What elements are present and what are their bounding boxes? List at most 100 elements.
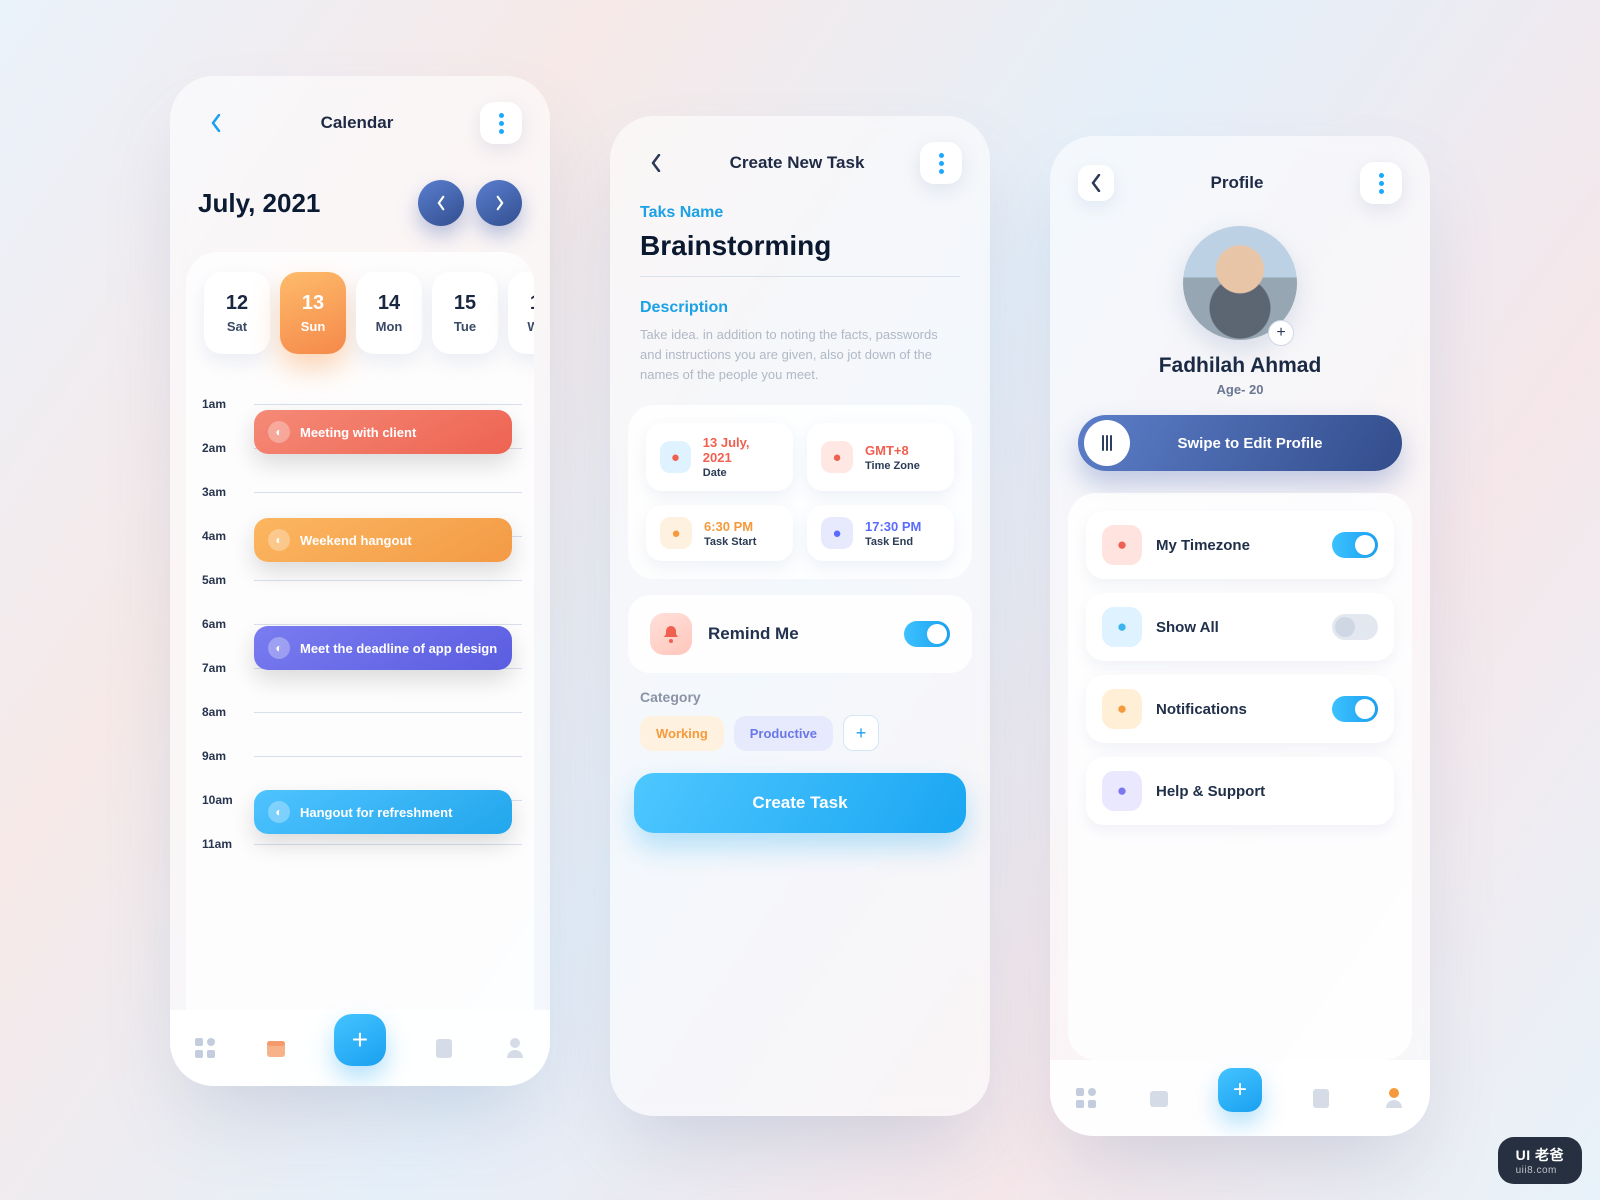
day-number: 12 [226,292,248,315]
hour-line [254,712,522,713]
nav-profile-icon[interactable] [1381,1085,1407,1111]
nav-add-button[interactable]: + [334,1014,386,1066]
more-button[interactable] [1360,162,1402,204]
calendar-screen: Calendar July, 2021 12 Sat 13Sun 14 Mon 15Tue… [170,76,550,1086]
info-label: Task End [865,536,921,548]
info-chip-end[interactable]: ● 17:30 PM Task End [807,505,954,561]
setting-toggle[interactable] [1332,614,1378,640]
page-title: Profile [1211,173,1264,193]
hour-label: 9am [198,749,244,763]
setting-toggle[interactable] [1332,532,1378,558]
calendar-header: July, 2021 [170,158,550,252]
hour-row: 3am [198,470,522,514]
info-chip-tz[interactable]: ●GMT+8Time Zone [807,423,954,491]
day-name: Sat [227,319,247,334]
nav-tasks-icon[interactable] [431,1035,457,1061]
create-task-button[interactable]: Create Task [634,773,966,833]
setting-row[interactable]: ●Show All [1086,593,1394,661]
hour-label: 11am [198,837,244,851]
description-label: Description [640,299,960,317]
more-button[interactable] [480,102,522,144]
setting-row[interactable]: ● Notifications [1086,675,1394,743]
nav-profile-icon[interactable] [502,1035,528,1061]
day-strip[interactable]: 12Sat13Sun14Mon15Tue16Wed [198,272,522,354]
info-label: Date [703,467,779,479]
clock-icon: ◐ [268,637,290,659]
watermark-brand: UI 老爸 [1516,1147,1564,1163]
swipe-edit-button[interactable]: Swipe to Edit Profile [1078,415,1402,471]
day-number: 16 [530,292,534,315]
hour-label: 3am [198,485,244,499]
hour-line [254,844,522,845]
nav-dashboard-icon[interactable] [192,1035,218,1061]
clock-icon: ● [821,517,853,549]
nav-calendar-icon[interactable] [1146,1085,1172,1111]
info-chip-date[interactable]: ●13 July, 2021Date [646,423,793,491]
setting-row[interactable]: ●Help & Support [1086,757,1394,825]
setting-label: Show All [1156,619,1318,636]
description-input[interactable]: Take idea. in addition to noting the fac… [640,325,960,385]
nav-calendar-icon[interactable] [263,1035,289,1061]
remind-me-label: Remind Me [708,624,888,644]
event-pill[interactable]: ◐Weekend hangout [254,518,512,562]
appbar: Profile [1050,136,1430,218]
calendar-card: 12Sat13Sun14Mon15Tue16Wed 1am2am3am4am5a… [186,252,534,1010]
event-pill[interactable]: ◐ Meeting with client [254,410,512,454]
watermark-url: uii8.com [1516,1165,1564,1176]
setting-label: Help & Support [1156,783,1378,800]
info-label: Task Start [704,536,756,548]
task-name-input[interactable]: Brainstorming [640,230,960,262]
day-chip[interactable]: 12 Sat [204,272,270,354]
task-name-label: Taks Name [640,204,960,222]
info-value: 17:30 PM [865,519,921,534]
appbar: Create New Task [610,116,990,198]
event-title: Weekend hangout [300,533,412,548]
clock-icon: ◐ [268,801,290,823]
hour-label: 7am [198,661,244,675]
create-task-screen: Create New Task Taks Name Brainstorming … [610,116,990,1116]
profile-age: Age- 20 [1217,382,1264,397]
avatar-section: + Fadhilah Ahmad Age- 20 [1050,226,1430,397]
mail-icon: ● [1102,689,1142,729]
category-chip[interactable]: Working [640,716,724,751]
setting-toggle[interactable] [1332,696,1378,722]
day-chip[interactable]: 14 Mon [356,272,422,354]
more-button[interactable] [920,142,962,184]
back-button[interactable] [638,145,674,181]
avatar-add-button[interactable]: + [1268,320,1294,346]
nav-dashboard-icon[interactable] [1073,1085,1099,1111]
day-chip[interactable]: 13Sun [280,272,346,354]
hour-label: 2am [198,441,244,455]
hour-line [254,756,522,757]
day-name: Tue [454,319,476,334]
setting-row[interactable]: ●My Timezone [1086,511,1394,579]
clock-icon: ◐ [268,421,290,443]
event-pill[interactable]: ◐Meet the deadline of app design [254,626,512,670]
hour-line [254,404,522,405]
day-name: Mon [376,319,403,334]
remind-me-toggle[interactable] [904,621,950,647]
swipe-label: Swipe to Edit Profile [1144,435,1396,452]
nav-tasks-icon[interactable] [1308,1085,1334,1111]
divider [640,276,960,277]
hour-label: 10am [198,793,244,807]
month-label: July, 2021 [198,188,320,219]
next-month-button[interactable] [476,180,522,226]
page-title: Calendar [321,113,394,133]
day-chip[interactable]: 16Wed [508,272,534,354]
add-category-button[interactable]: + [843,715,879,751]
nav-add-button[interactable]: + [1218,1068,1262,1112]
event-title: Meeting with client [300,425,416,440]
setting-label: Notifications [1156,701,1318,718]
info-chip-start[interactable]: ●6:30 PMTask Start [646,505,793,561]
back-button[interactable] [198,105,234,141]
prev-month-button[interactable] [418,180,464,226]
back-button[interactable] [1078,165,1114,201]
category-chip[interactable]: Productive [734,716,833,751]
day-number: 14 [378,292,400,315]
event-title: Hangout for refreshment [300,805,452,820]
profile-screen: Profile + Fadhilah Ahmad Age- 20 Swipe t… [1050,136,1430,1136]
swipe-handle-icon [1084,420,1130,466]
event-pill[interactable]: ◐ Hangout for refreshment [254,790,512,834]
day-chip[interactable]: 15Tue [432,272,498,354]
